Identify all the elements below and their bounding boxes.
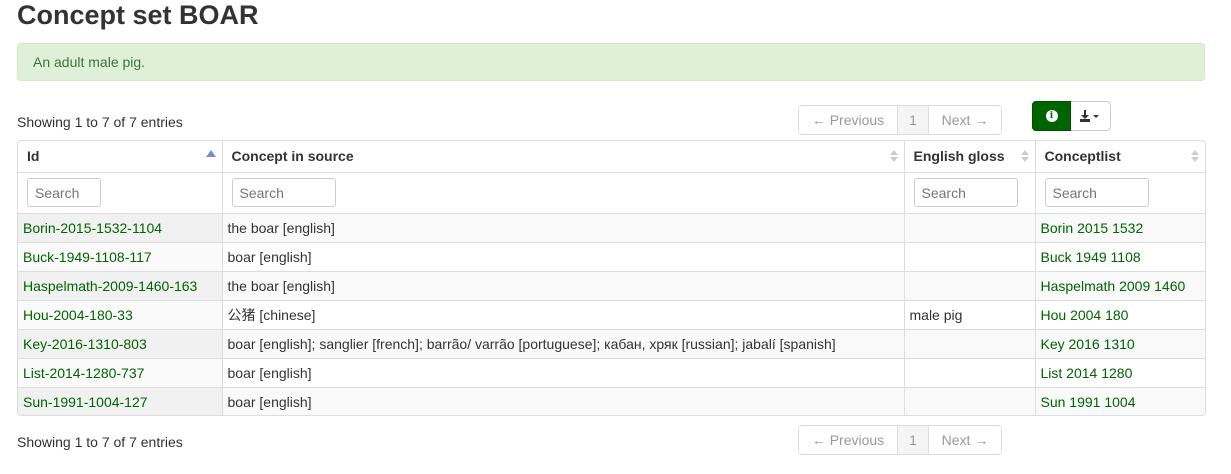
table-row: List-2014-1280-737 boar [english] List 2… bbox=[18, 358, 1205, 388]
concepts-table-container: Id Concept in source English gloss Conce… bbox=[17, 140, 1206, 416]
column-header-concept-in-source[interactable]: Concept in source bbox=[222, 141, 905, 173]
pagination-top: ← Previous 1 Next → bbox=[798, 105, 1002, 135]
sort-icon bbox=[1020, 150, 1029, 164]
sort-ascending-icon bbox=[205, 150, 216, 157]
table-row: Borin-2015-1532-1104 the boar [english] … bbox=[18, 213, 1205, 243]
table-row: Key-2016-1310-803 boar [english]; sangli… bbox=[18, 329, 1205, 359]
conceptlist-link[interactable]: Haspelmath 2009 1460 bbox=[1041, 278, 1186, 294]
concept-in-source-cell: the boar [english] bbox=[222, 271, 905, 301]
conceptlist-search-input[interactable] bbox=[1044, 178, 1149, 207]
page-1-button[interactable]: 1 bbox=[898, 426, 929, 454]
toolbar-button-group: i bbox=[1032, 101, 1111, 131]
conceptlist-link[interactable]: List 2014 1280 bbox=[1041, 365, 1133, 381]
concepts-table: Id Concept in source English gloss Conce… bbox=[18, 141, 1205, 415]
concept-id-link[interactable]: Buck-1949-1108-117 bbox=[23, 249, 152, 265]
info-icon: i bbox=[1045, 110, 1058, 122]
gloss-search-input[interactable] bbox=[913, 178, 1018, 207]
concept-id-link[interactable]: Haspelmath-2009-1460-163 bbox=[23, 278, 197, 294]
conceptlist-link[interactable]: Key 2016 1310 bbox=[1041, 336, 1135, 352]
conceptlist-link[interactable]: Hou 2004 180 bbox=[1041, 307, 1129, 323]
concept-id-link[interactable]: Hou-2004-180-33 bbox=[23, 307, 133, 323]
pagination-bottom: ← Previous 1 Next → bbox=[798, 425, 1002, 455]
table-row: Sun-1991-1004-127 boar [english] Sun 199… bbox=[18, 387, 1205, 415]
page-title: Concept set BOAR bbox=[17, 0, 259, 30]
table-row: Buck-1949-1108-117 boar [english] Buck 1… bbox=[18, 242, 1205, 272]
concept-in-source-cell: boar [english]; sanglier [french]; barrã… bbox=[222, 329, 905, 359]
page-1-button[interactable]: 1 bbox=[898, 106, 929, 134]
description-alert: An adult male pig. bbox=[17, 43, 1205, 81]
english-gloss-cell bbox=[904, 271, 1036, 301]
english-gloss-cell: male pig bbox=[904, 300, 1036, 330]
column-header-id[interactable]: Id bbox=[18, 141, 223, 173]
english-gloss-cell bbox=[904, 242, 1036, 272]
chevron-down-icon bbox=[1092, 115, 1099, 118]
english-gloss-cell bbox=[904, 358, 1036, 388]
next-button[interactable]: Next → bbox=[929, 426, 1001, 454]
conceptlist-link[interactable]: Sun 1991 1004 bbox=[1041, 394, 1136, 410]
concept-in-source-cell: boar [english] bbox=[222, 387, 905, 415]
concept-id-link[interactable]: List-2014-1280-737 bbox=[23, 365, 144, 381]
info-button[interactable]: i bbox=[1032, 101, 1071, 131]
concept-in-source-cell: 公猪 [chinese] bbox=[222, 300, 905, 330]
concept-in-source-cell: the boar [english] bbox=[222, 213, 905, 243]
conceptlist-link[interactable]: Buck 1949 1108 bbox=[1041, 249, 1141, 265]
english-gloss-cell bbox=[904, 213, 1036, 243]
english-gloss-cell bbox=[904, 329, 1036, 359]
column-header-conceptlist[interactable]: Conceptlist bbox=[1035, 141, 1205, 173]
english-gloss-cell bbox=[904, 387, 1036, 415]
sort-icon bbox=[889, 150, 898, 164]
download-icon bbox=[1079, 110, 1099, 122]
concept-id-link[interactable]: Sun-1991-1004-127 bbox=[23, 394, 148, 410]
concept-id-link[interactable]: Key-2016-1310-803 bbox=[23, 336, 147, 352]
column-header-english-gloss[interactable]: English gloss bbox=[904, 141, 1036, 173]
sort-icon bbox=[1191, 150, 1199, 164]
concept-in-source-cell: boar [english] bbox=[222, 242, 905, 272]
table-info-top: Showing 1 to 7 of 7 entries bbox=[17, 114, 183, 130]
table-row: Haspelmath-2009-1460-163 the boar [engli… bbox=[18, 271, 1205, 301]
previous-button[interactable]: ← Previous bbox=[799, 106, 898, 134]
previous-button[interactable]: ← Previous bbox=[799, 426, 898, 454]
table-row: Hou-2004-180-33 公猪 [chinese] male pig Ho… bbox=[18, 300, 1205, 330]
concept-search-input[interactable] bbox=[231, 178, 336, 207]
concept-in-source-cell: boar [english] bbox=[222, 358, 905, 388]
conceptlist-link[interactable]: Borin 2015 1532 bbox=[1041, 220, 1144, 236]
next-button[interactable]: Next → bbox=[929, 106, 1001, 134]
table-info-bottom: Showing 1 to 7 of 7 entries bbox=[17, 434, 183, 450]
id-search-input[interactable] bbox=[27, 178, 101, 207]
download-button[interactable] bbox=[1071, 101, 1111, 131]
concept-id-link[interactable]: Borin-2015-1532-1104 bbox=[23, 220, 162, 236]
